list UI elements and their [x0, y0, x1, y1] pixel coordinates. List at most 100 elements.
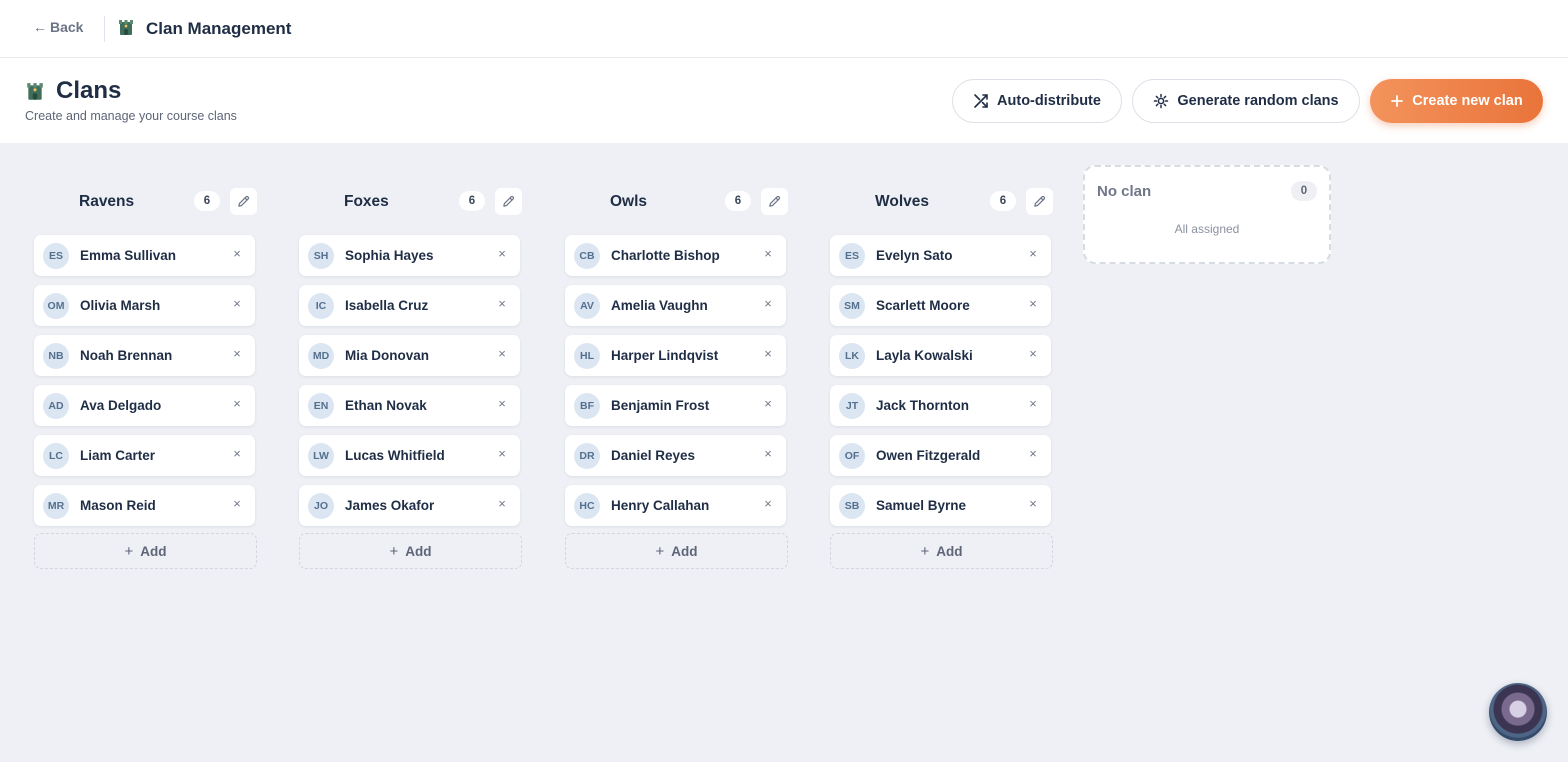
member-avatar: HC — [574, 493, 600, 519]
member-card[interactable]: OF Owen Fitzgerald × — [830, 435, 1051, 476]
remove-member-icon[interactable]: × — [230, 296, 244, 314]
no-clan-status: All assigned — [1174, 222, 1240, 236]
member-card[interactable]: LK Layla Kowalski × — [830, 335, 1051, 376]
member-card[interactable]: AV Amelia Vaughn × — [565, 285, 786, 326]
remove-member-icon[interactable]: × — [495, 296, 509, 314]
divider — [104, 16, 105, 42]
member-card[interactable]: LW Lucas Whitfield × — [299, 435, 520, 476]
member-name: Daniel Reyes — [611, 448, 696, 463]
clan-header: Wolves 6 — [830, 185, 1054, 217]
generate-random-clans-button[interactable]: Generate random clans — [1132, 79, 1360, 123]
add-label: Add — [936, 543, 963, 559]
clan-name: Wolves — [875, 193, 929, 210]
remove-member-icon[interactable]: × — [1026, 296, 1040, 314]
member-card[interactable]: HL Harper Lindqvist × — [565, 335, 786, 376]
remove-member-icon[interactable]: × — [1026, 446, 1040, 464]
remove-member-icon[interactable]: × — [230, 446, 244, 464]
member-name: Isabella Cruz — [345, 298, 429, 313]
member-avatar: OM — [43, 293, 69, 319]
auto-distribute-button[interactable]: Auto-distribute — [952, 79, 1122, 123]
pencil-icon — [503, 195, 515, 207]
add-label: Add — [140, 543, 167, 559]
remove-member-icon[interactable]: × — [761, 496, 775, 514]
member-card[interactable]: BF Benjamin Frost × — [565, 385, 786, 426]
arrow-left-icon: ← — [33, 19, 47, 35]
no-clan-title: No clan — [1097, 183, 1152, 200]
member-name: Emma Sullivan — [80, 248, 177, 263]
member-card[interactable]: OM Olivia Marsh × — [34, 285, 255, 326]
remove-member-icon[interactable]: × — [230, 396, 244, 414]
member-card[interactable]: ES Evelyn Sato × — [830, 235, 1051, 276]
remove-member-icon[interactable]: × — [495, 396, 509, 414]
remove-member-icon[interactable]: × — [495, 446, 509, 464]
clan-header: Owls 6 — [565, 185, 789, 217]
plus-icon — [1391, 95, 1404, 107]
remove-member-icon[interactable]: × — [495, 346, 509, 364]
edit-clan-button[interactable] — [761, 188, 788, 215]
remove-member-icon[interactable]: × — [230, 246, 244, 264]
member-card[interactable]: ES Emma Sullivan × — [34, 235, 255, 276]
remove-member-icon[interactable]: × — [761, 346, 775, 364]
member-card[interactable]: HC Henry Callahan × — [565, 485, 786, 526]
member-name: Jack Thornton — [876, 398, 970, 413]
create-label: Create new clan — [1412, 93, 1523, 109]
remove-member-icon[interactable]: × — [495, 496, 509, 514]
remove-member-icon[interactable]: × — [1026, 246, 1040, 264]
member-card[interactable]: SM Scarlett Moore × — [830, 285, 1051, 326]
remove-member-icon[interactable]: × — [1026, 396, 1040, 414]
remove-member-icon[interactable]: × — [761, 296, 775, 314]
pencil-icon — [769, 195, 781, 207]
member-card[interactable]: AD Ava Delgado × — [34, 385, 255, 426]
remove-member-icon[interactable]: × — [1026, 346, 1040, 364]
member-avatar: ES — [839, 243, 865, 269]
member-card[interactable]: MR Mason Reid × — [34, 485, 255, 526]
member-name: Ethan Novak — [345, 398, 427, 413]
remove-member-icon[interactable]: × — [495, 246, 509, 264]
top-bar: ← Back Clan Management — [0, 0, 1568, 58]
page-header: Clans Create and manage your course clan… — [0, 58, 1568, 143]
back-button[interactable]: ← Back — [33, 19, 83, 35]
add-member-button[interactable]: + Add — [34, 533, 257, 569]
plus-icon: + — [655, 542, 665, 560]
member-avatar: JT — [839, 393, 865, 419]
member-card[interactable]: MD Mia Donovan × — [299, 335, 520, 376]
edit-clan-button[interactable] — [495, 188, 522, 215]
edit-clan-button[interactable] — [230, 188, 257, 215]
remove-member-icon[interactable]: × — [761, 396, 775, 414]
clan-member-count: 6 — [459, 191, 485, 211]
member-card[interactable]: DR Daniel Reyes × — [565, 435, 786, 476]
remove-member-icon[interactable]: × — [230, 346, 244, 364]
member-card[interactable]: EN Ethan Novak × — [299, 385, 520, 426]
member-name: Evelyn Sato — [876, 248, 953, 263]
member-card[interactable]: SH Sophia Hayes × — [299, 235, 520, 276]
remove-member-icon[interactable]: × — [761, 246, 775, 264]
member-card[interactable]: SB Samuel Byrne × — [830, 485, 1051, 526]
clan-column: Wolves 6 ES Evelyn Sato × SM Scarlett Moore ×… — [830, 185, 1054, 569]
plus-icon: + — [920, 542, 930, 560]
remove-member-icon[interactable]: × — [230, 496, 244, 514]
auto-distribute-label: Auto-distribute — [997, 93, 1101, 109]
remove-member-icon[interactable]: × — [1026, 496, 1040, 514]
member-card[interactable]: JO James Okafor × — [299, 485, 520, 526]
create-new-clan-button[interactable]: Create new clan — [1370, 79, 1543, 123]
member-card[interactable]: JT Jack Thornton × — [830, 385, 1051, 426]
member-name: Harper Lindqvist — [611, 348, 719, 363]
generate-label: Generate random clans — [1177, 93, 1339, 109]
clan-member-count: 6 — [990, 191, 1016, 211]
member-name: Charlotte Bishop — [611, 248, 720, 263]
clan-header: Foxes 6 — [299, 185, 523, 217]
add-member-button[interactable]: + Add — [565, 533, 788, 569]
plus-icon: + — [389, 542, 399, 560]
member-card[interactable]: IC Isabella Cruz × — [299, 285, 520, 326]
assistant-avatar-button[interactable] — [1489, 683, 1547, 741]
remove-member-icon[interactable]: × — [761, 446, 775, 464]
member-card[interactable]: CB Charlotte Bishop × — [565, 235, 786, 276]
member-card[interactable]: NB Noah Brennan × — [34, 335, 255, 376]
member-name: Liam Carter — [80, 448, 156, 463]
member-name: Olivia Marsh — [80, 298, 161, 313]
edit-clan-button[interactable] — [1026, 188, 1053, 215]
add-member-button[interactable]: + Add — [830, 533, 1053, 569]
member-card[interactable]: LC Liam Carter × — [34, 435, 255, 476]
add-member-button[interactable]: + Add — [299, 533, 522, 569]
no-clan-panel: No clan 0 All assigned — [1083, 165, 1331, 264]
